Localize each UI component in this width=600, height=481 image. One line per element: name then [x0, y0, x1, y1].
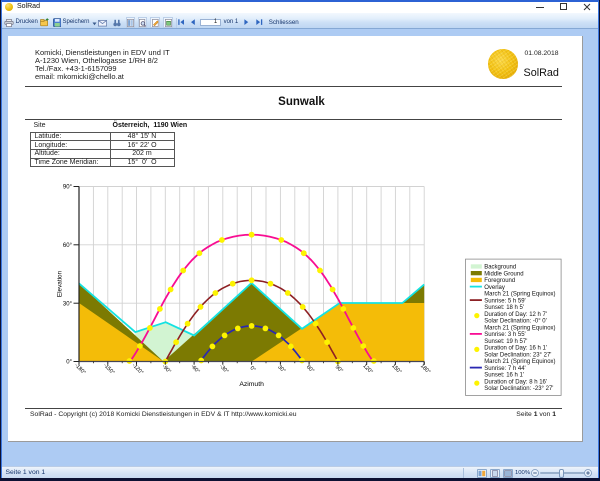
svg-text:Sunset: 18 h 5': Sunset: 18 h 5'	[484, 305, 524, 311]
svg-text:Sunrise: 3 h 55': Sunrise: 3 h 55'	[484, 332, 526, 338]
svg-text:Sunrise: 7 h 44': Sunrise: 7 h 44'	[484, 366, 526, 372]
svg-text:Duration of Day: 16 h 1': Duration of Day: 16 h 1'	[484, 346, 547, 352]
svg-text:Sunset: 19 h 57': Sunset: 19 h 57'	[484, 339, 527, 345]
svg-text:March 21 (Spring Equinox): March 21 (Spring Equinox)	[484, 292, 555, 298]
svg-text:March 21 (Spring Equinox): March 21 (Spring Equinox)	[484, 325, 555, 331]
svg-text:Foreground: Foreground	[484, 278, 515, 284]
svg-text:Duration of Day: 12 h 7': Duration of Day: 12 h 7'	[484, 312, 547, 318]
svg-text:Solar Declination: -0° 0': Solar Declination: -0° 0'	[484, 319, 547, 325]
svg-text:Middle Ground: Middle Ground	[484, 271, 523, 277]
svg-text:Duration of Day: 8 h 16': Duration of Day: 8 h 16'	[484, 379, 547, 385]
svg-text:Overlay: Overlay	[484, 285, 505, 291]
svg-text:March 21 (Spring Equinox): March 21 (Spring Equinox)	[484, 359, 555, 365]
svg-text:Sunrise: 5 h 59': Sunrise: 5 h 59'	[484, 298, 526, 304]
svg-text:Background: Background	[484, 265, 516, 271]
svg-text:Solar Declination: -23° 27': Solar Declination: -23° 27'	[484, 386, 553, 392]
svg-text:Sunset: 16 h 1': Sunset: 16 h 1'	[484, 373, 524, 379]
svg-text:Solar Declination: 23° 27': Solar Declination: 23° 27'	[484, 352, 551, 358]
